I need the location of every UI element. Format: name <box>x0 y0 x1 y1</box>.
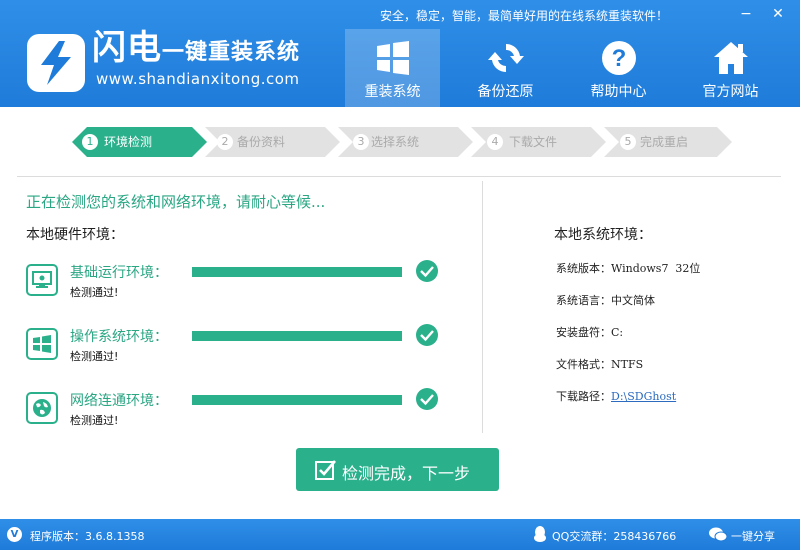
nav-label: 备份还原 <box>477 84 534 100</box>
wechat-icon <box>709 527 727 542</box>
step-label: 选择系统 <box>371 135 420 149</box>
version-text: 程序版本：3.6.8.1358 <box>30 530 145 543</box>
sys-key: 系统版本： <box>556 262 611 275</box>
brand-url: www.shandianxitong.com <box>96 70 300 88</box>
progress-fill <box>192 331 402 341</box>
sys-value: NTFS <box>611 358 644 371</box>
qq-penguin-icon <box>534 526 546 542</box>
check-circle-icon <box>416 324 438 346</box>
status-bar: V 程序版本：3.6.8.1358 QQ交流群：258436766 一键分享 <box>0 519 800 550</box>
sys-key: 系统语言： <box>556 294 611 307</box>
nav-label: 帮助中心 <box>590 84 647 100</box>
step-progress: 1 环境检测 2 备份资料 3 选择系统 4 下载文件 5 完成重启 <box>72 127 732 157</box>
divider <box>482 181 483 433</box>
sys-row-language: 系统语言：中文简体 <box>556 292 655 308</box>
title-bar: 安全，稳定，智能，最简单好用的在线系统重装软件！ − ✕ 闪电一键重装系统 ww… <box>0 0 800 107</box>
sync-icon <box>488 43 524 73</box>
progress-fill <box>192 267 402 277</box>
check-circle-icon <box>416 388 438 410</box>
windows-icon <box>26 328 58 360</box>
question-icon: ? <box>602 41 636 75</box>
progress-bar <box>192 267 402 277</box>
step-number: 1 <box>82 134 98 150</box>
sys-row-version: 系统版本：Windows7 32位 <box>556 260 700 276</box>
qq-group-text: QQ交流群：258436766 <box>552 530 677 543</box>
divider <box>17 176 781 177</box>
nav-official-site[interactable]: 官方网站 <box>683 29 778 107</box>
check-label: 操作系统环境： <box>70 329 168 345</box>
sys-value: Windows7 32位 <box>611 262 701 275</box>
nav-backup-restore[interactable]: 备份还原 <box>458 29 553 107</box>
step-number: 2 <box>217 134 233 150</box>
windows-icon <box>377 41 409 75</box>
next-step-label: 检测完成，下一步 <box>342 464 471 483</box>
tagline: 安全，稳定，智能，最简单好用的在线系统重装软件！ <box>380 9 669 23</box>
step-label: 备份资料 <box>237 135 286 149</box>
sys-row-download-path: 下载路径：D:\SDGhost <box>556 388 676 404</box>
nav-label: 重装系统 <box>364 84 421 100</box>
step-label: 完成重启 <box>640 135 689 149</box>
check-row-basic-runtime: 基础运行环境： 检测通过! <box>26 260 466 314</box>
step-label: 下载文件 <box>509 135 558 149</box>
check-row-network: 网络连通环境： 检测通过! <box>26 388 466 442</box>
step-5: 5 完成重启 <box>604 127 732 157</box>
check-circle-icon <box>416 260 438 282</box>
monitor-icon <box>26 264 58 296</box>
sys-row-drive: 安装盘符：C: <box>556 324 623 340</box>
sys-key: 下载路径： <box>556 390 611 403</box>
sys-row-format: 文件格式：NTFS <box>556 356 643 372</box>
check-status: 检测通过! <box>70 414 119 427</box>
sys-value: C: <box>611 326 624 339</box>
hardware-section-title: 本地硬件环境： <box>26 227 124 243</box>
sys-key: 安装盘符： <box>556 326 611 339</box>
version-badge-icon: V <box>7 527 22 542</box>
home-icon <box>714 42 748 74</box>
nav-help-center[interactable]: ? 帮助中心 <box>571 29 666 107</box>
close-button[interactable]: ✕ <box>768 4 788 24</box>
check-label: 网络连通环境： <box>70 393 168 409</box>
step-1: 1 环境检测 <box>72 127 207 157</box>
step-number: 4 <box>487 134 503 150</box>
check-label: 基础运行环境： <box>70 265 168 281</box>
brand-sub: 一键重装系统 <box>162 40 301 65</box>
step-3: 3 选择系统 <box>338 127 473 157</box>
checkbox-icon <box>315 460 336 480</box>
step-4: 4 下载文件 <box>471 127 606 157</box>
step-label: 环境检测 <box>104 135 153 149</box>
sys-key: 文件格式： <box>556 358 611 371</box>
nav-reinstall-system[interactable]: 重装系统 <box>345 29 440 107</box>
progress-fill <box>192 395 402 405</box>
next-step-button[interactable]: 检测完成，下一步 <box>296 448 499 491</box>
progress-bar <box>192 395 402 405</box>
check-status: 检测通过! <box>70 350 119 363</box>
download-path-link[interactable]: D:\SDGhost <box>611 390 676 403</box>
step-2: 2 备份资料 <box>205 127 340 157</box>
progress-bar <box>192 331 402 341</box>
nav-label: 官方网站 <box>702 84 759 100</box>
brand-main: 闪电 <box>92 28 162 68</box>
lightning-logo-icon <box>27 34 85 92</box>
brand-title: 闪电一键重装系统 <box>92 28 300 73</box>
share-button[interactable]: 一键分享 <box>731 528 775 544</box>
svg-text:?: ? <box>612 45 627 72</box>
check-status: 检测通过! <box>70 286 119 299</box>
globe-icon <box>26 392 58 424</box>
check-row-os: 操作系统环境： 检测通过! <box>26 324 466 378</box>
step-number: 3 <box>353 134 369 150</box>
checking-title: 正在检测您的系统和网络环境，请耐心等候... <box>26 193 326 211</box>
minimize-button[interactable]: − <box>736 4 756 24</box>
step-number: 5 <box>620 134 636 150</box>
sys-value: 中文简体 <box>611 294 655 307</box>
system-section-title: 本地系统环境： <box>554 227 652 243</box>
